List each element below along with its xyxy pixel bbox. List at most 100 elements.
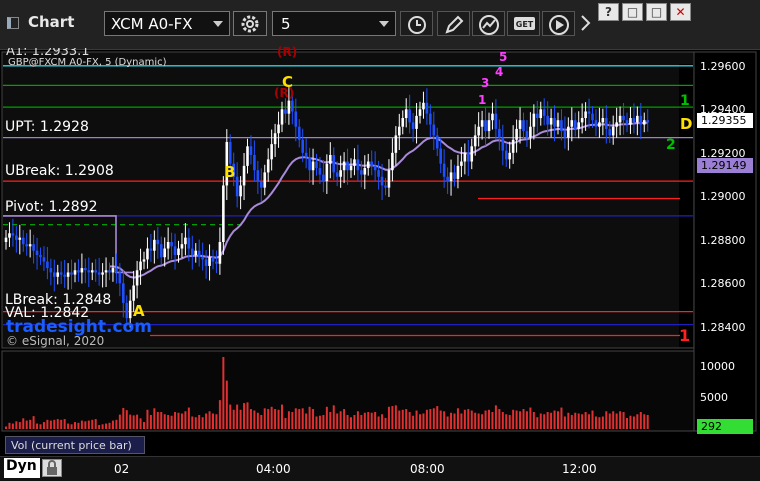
candle-body — [605, 118, 608, 129]
volume-bar — [639, 412, 642, 429]
candle-body — [418, 109, 422, 116]
volume-bar — [91, 419, 94, 429]
legend-cutoff-text: A1: 1.2933.1 — [6, 48, 90, 57]
volume-bar — [270, 406, 273, 429]
draw-pencil-button[interactable] — [437, 11, 470, 36]
candle-body — [394, 135, 398, 153]
gear-icon — [241, 15, 259, 33]
volume-bar — [381, 414, 384, 429]
candle-body — [284, 109, 287, 114]
candle-body — [601, 118, 605, 123]
volume-bar — [356, 411, 359, 429]
close-window-button[interactable]: ✕ — [670, 3, 691, 21]
price-chart[interactable] — [0, 50, 760, 456]
lock-button[interactable] — [42, 459, 62, 477]
volume-bar — [215, 414, 218, 429]
candle-body — [342, 161, 346, 171]
symbol-dropdown-chevron-icon[interactable] — [213, 21, 223, 27]
candle-body — [246, 146, 249, 166]
volume-bar — [305, 413, 308, 429]
chevron-right-icon — [581, 15, 591, 31]
candle-body — [360, 170, 363, 175]
candle-body — [177, 248, 180, 256]
volume-bar — [477, 413, 480, 429]
candle-body — [318, 168, 322, 175]
volume-bar — [318, 415, 321, 429]
interval-value: 5 — [281, 15, 291, 33]
volume-bar — [346, 414, 349, 429]
interval-input[interactable]: 5 — [272, 11, 396, 36]
candle-body — [42, 257, 46, 262]
volume-bar — [277, 409, 280, 429]
volume-bar — [494, 405, 497, 429]
volume-bar — [70, 424, 73, 429]
studies-button[interactable] — [472, 11, 505, 36]
volume-bar — [136, 414, 139, 429]
candle-body — [539, 109, 543, 119]
candle-body — [142, 259, 146, 262]
symbol-input[interactable]: XCM A0-FX — [104, 11, 230, 36]
help-window-button[interactable]: ? — [598, 3, 619, 21]
volume-bar — [246, 402, 249, 429]
candle-body — [63, 274, 66, 277]
get-data-button[interactable]: GET — [507, 11, 540, 36]
candle-body — [408, 109, 411, 123]
candle-body — [608, 128, 612, 136]
price-tick-12960: 1.29600 — [700, 60, 746, 73]
candle-body — [159, 244, 163, 258]
volume-bar — [332, 405, 335, 429]
volume-bar — [481, 414, 484, 429]
candle-body — [477, 126, 480, 136]
candle-body — [356, 159, 360, 171]
candle-body — [146, 248, 149, 260]
candle-body — [329, 155, 332, 164]
volume-bar — [46, 419, 49, 429]
candle-body — [287, 100, 291, 114]
interval-dropdown-chevron-icon[interactable] — [379, 21, 389, 27]
volume-bar — [453, 413, 456, 429]
candle-body — [556, 120, 560, 127]
settings-gear-button[interactable] — [233, 11, 267, 36]
candle-body — [73, 270, 77, 275]
dynamic-mode-button[interactable]: Dyn — [4, 458, 40, 478]
candle-body — [425, 102, 429, 114]
get-icon: GET — [514, 17, 535, 30]
candle-body — [211, 257, 215, 262]
candle-body — [522, 120, 525, 132]
candle-body — [104, 270, 108, 273]
minimize-window-button[interactable]: □ — [622, 3, 643, 21]
esignal-copyright: © eSignal, 2020 — [6, 334, 105, 348]
candle-body — [525, 131, 529, 138]
volume-panel-label[interactable]: Vol (current price bar) — [5, 436, 145, 454]
candle-body — [59, 272, 63, 275]
volume-bar — [284, 417, 287, 429]
volume-bar — [501, 412, 504, 429]
volume-bar — [577, 413, 580, 429]
volume-bar — [84, 421, 87, 429]
candle-body — [567, 126, 570, 138]
volume-bar — [118, 414, 121, 429]
play-button[interactable] — [542, 11, 575, 36]
volume-bar — [581, 414, 584, 429]
volume-bar — [29, 419, 32, 429]
candle-body — [4, 237, 8, 242]
volume-bar — [39, 424, 42, 429]
candle-body — [518, 120, 522, 129]
time-clock-button[interactable] — [400, 11, 433, 36]
candle-body — [560, 120, 563, 132]
candle-body — [611, 126, 615, 136]
volume-bar — [491, 412, 494, 429]
volume-bar — [508, 414, 511, 429]
volume-bar — [301, 408, 304, 429]
time-tick-0400: 04:00 — [256, 462, 291, 476]
volume-bar — [201, 417, 204, 429]
candle-body — [529, 126, 532, 138]
candle-body — [366, 161, 370, 169]
maximize-window-button[interactable]: □ — [646, 3, 667, 21]
candle-body — [346, 161, 349, 171]
volume-bar — [132, 415, 135, 429]
toolbar-overflow-button[interactable] — [577, 11, 597, 36]
volume-bar — [129, 414, 132, 429]
volume-bar — [281, 404, 283, 429]
volume-bar — [111, 420, 114, 429]
